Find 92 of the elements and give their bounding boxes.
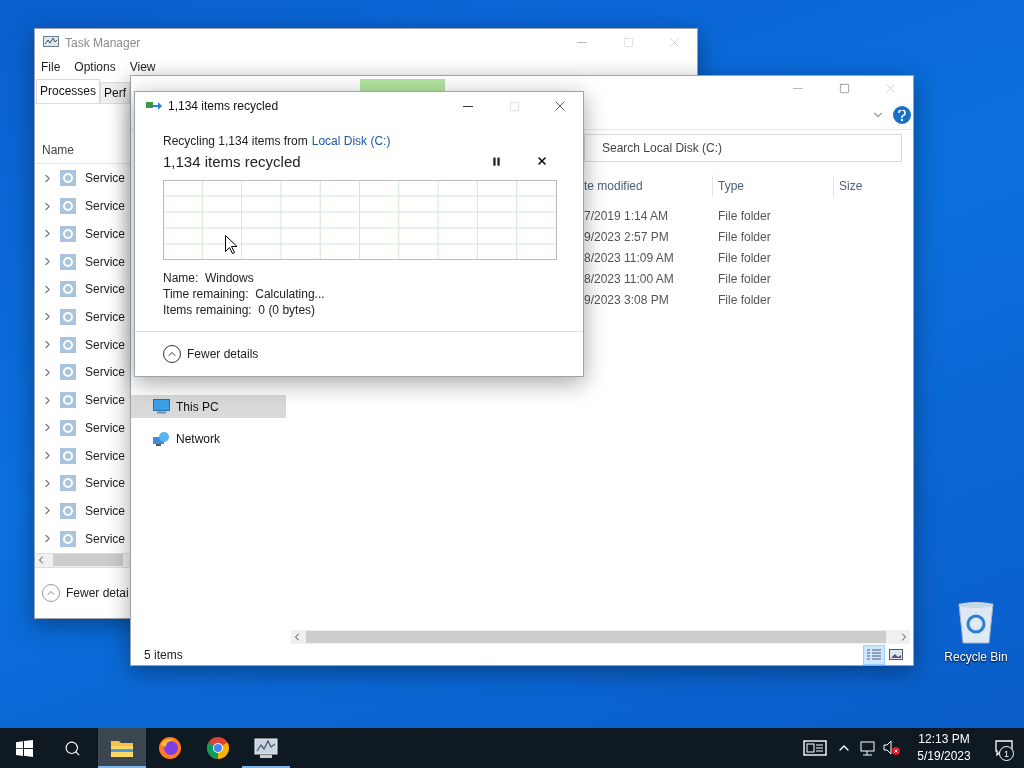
process-name[interactable]: Service — [85, 393, 125, 408]
process-name[interactable]: Service — [85, 226, 125, 241]
browser-icon — [158, 736, 182, 760]
gear-icon — [60, 392, 76, 409]
date-cell-text: 8/2023 11:00 AM — [584, 271, 675, 286]
process-name[interactable]: Service — [85, 531, 125, 546]
gear-icon — [60, 308, 76, 325]
notification-button[interactable]: 1 — [984, 728, 1024, 768]
newspaper-icon — [803, 740, 827, 756]
gear-icon — [60, 225, 76, 242]
process-name[interactable]: Service — [85, 254, 125, 269]
gear-icon — [60, 364, 76, 381]
detail-text: Items remaining: 0 (0 bytes) — [163, 302, 317, 318]
type-cell-text: File folder — [717, 292, 772, 307]
maximize-icon — [838, 83, 850, 94]
detail-text: Name: Windows — [163, 270, 255, 286]
column-header[interactable]: Name — [42, 142, 74, 157]
fewer-details-link[interactable]: Fewer detai — [66, 586, 129, 601]
network-icon — [859, 740, 877, 756]
monitor-chart-icon — [43, 35, 59, 50]
type-cell-text: File folder — [717, 250, 772, 265]
column-header[interactable]: Type — [712, 175, 833, 197]
type-cell-text: File folder — [717, 208, 772, 223]
menu-item[interactable]: View — [129, 60, 156, 75]
date-cell-text: 9/2023 2:57 PM — [584, 229, 670, 244]
detail-text: Time remaining: Calculating... — [163, 286, 326, 302]
minimize-icon — [793, 88, 803, 89]
taskbar-app-button[interactable] — [98, 728, 146, 768]
process-name[interactable]: Service — [85, 282, 125, 297]
nav-item[interactable]: This PC — [131, 395, 286, 418]
date-cell-text: 8/2023 11:09 AM — [584, 250, 675, 265]
source-link[interactable]: Local Disk (C:) — [311, 134, 391, 148]
gear-icon — [60, 170, 76, 187]
search-icon — [63, 739, 81, 757]
window-title: 1,134 items recycled — [168, 99, 279, 113]
tab[interactable]: Processes — [36, 78, 101, 103]
item-count: 5 items — [144, 647, 183, 662]
speaker-muted-icon — [883, 740, 901, 756]
network-icon — [153, 431, 170, 446]
desktop-icon-label[interactable]: Recycle Bin — [944, 650, 1008, 664]
source-text: Recycling 1,134 items from — [163, 134, 308, 148]
pause-icon — [490, 155, 502, 167]
date-cell-text: 7/2019 1:14 AM — [584, 208, 670, 223]
help-icon[interactable] — [893, 106, 911, 124]
mouse-cursor-icon — [225, 235, 237, 254]
gear-icon — [60, 502, 76, 519]
menu-item[interactable]: File — [41, 60, 61, 75]
gear-icon — [60, 530, 76, 547]
close-icon — [536, 155, 548, 167]
process-name[interactable]: Service — [85, 503, 125, 518]
gear-icon — [60, 475, 76, 492]
process-name[interactable]: Service — [85, 448, 125, 463]
computer-icon — [153, 399, 170, 414]
gear-icon — [60, 419, 76, 436]
process-name[interactable]: Service — [85, 365, 125, 380]
minimize-icon — [577, 42, 587, 43]
fewer-details-link[interactable]: Fewer details — [187, 347, 259, 361]
browser-icon — [206, 736, 230, 760]
gear-icon — [60, 447, 76, 464]
monitor-chart-icon — [254, 737, 278, 759]
window-title: Task Manager — [65, 35, 141, 50]
minimize-icon — [463, 105, 473, 107]
process-name[interactable]: Service — [85, 337, 125, 352]
menu-item[interactable]: Options — [74, 60, 116, 75]
horizontal-scrollbar[interactable] — [291, 630, 910, 644]
gear-icon — [60, 198, 76, 215]
recycle-bin-icon[interactable] — [956, 600, 996, 644]
horizontal-scrollbar[interactable] — [35, 552, 130, 568]
gear-icon — [60, 281, 76, 298]
process-name[interactable]: Service — [85, 420, 125, 435]
message-icon — [995, 740, 1013, 756]
maximize-icon — [508, 100, 520, 112]
progress-heading: 1,134 items recycled — [163, 152, 302, 170]
maximize-icon — [622, 37, 634, 48]
type-cell-text: File folder — [717, 229, 772, 244]
nav-item[interactable]: Network — [131, 427, 286, 450]
search-field[interactable]: Search Local Disk (C:) — [584, 133, 902, 162]
folder-icon — [110, 738, 134, 758]
type-cell-text: File folder — [717, 271, 772, 286]
process-name[interactable]: Service — [85, 309, 125, 324]
column-header[interactable]: Size — [833, 175, 913, 197]
column-header[interactable]: te modified — [584, 175, 712, 197]
clock[interactable]: 12:13 PM 5/19/2023 — [904, 731, 984, 765]
gear-icon — [60, 253, 76, 270]
process-name[interactable]: Service — [85, 199, 125, 214]
gear-icon — [60, 336, 76, 353]
windows-logo-icon — [15, 739, 33, 757]
process-name[interactable]: Service — [85, 171, 125, 186]
tab[interactable]: Perf — [100, 81, 131, 103]
date-cell-text: 9/2023 3:08 PM — [584, 292, 670, 307]
process-name[interactable]: Service — [85, 476, 125, 491]
transfer-icon — [146, 100, 162, 112]
